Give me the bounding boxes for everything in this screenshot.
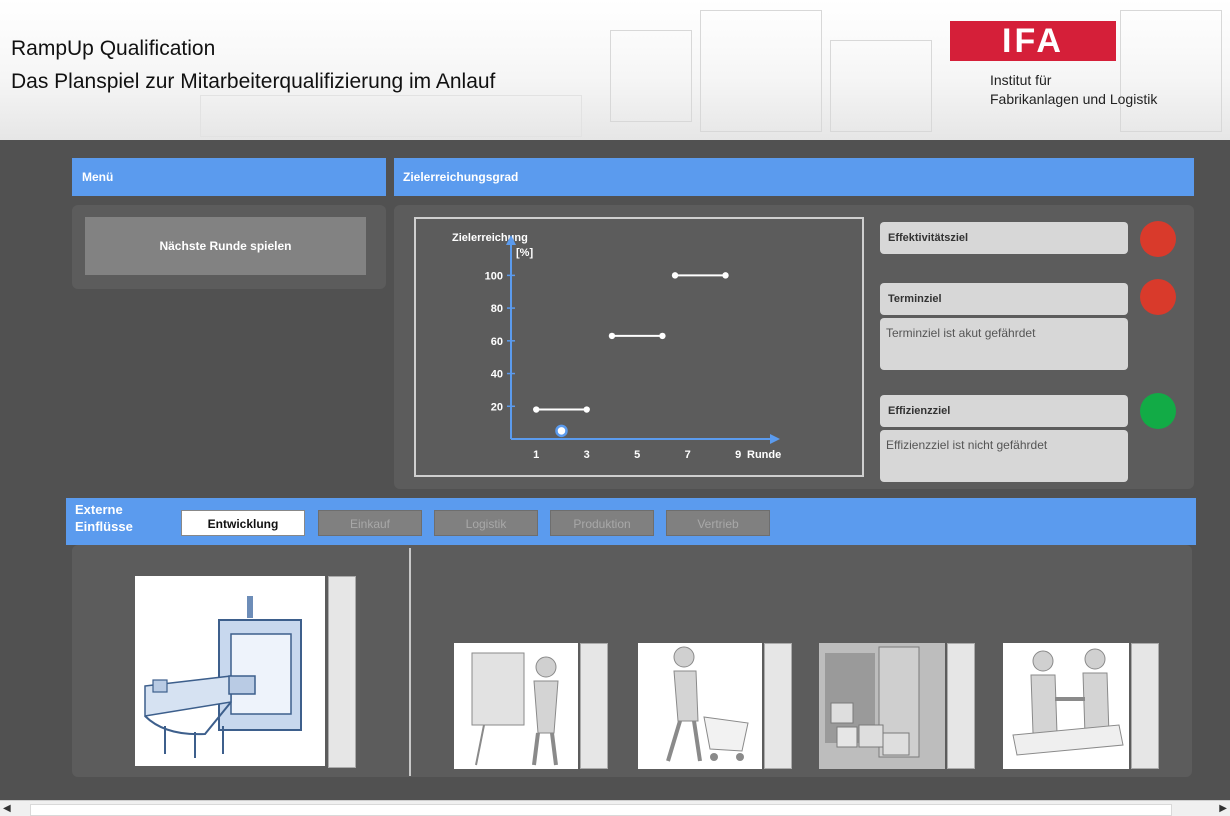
goal-achievement-header: Zielerreichungsgrad — [394, 158, 1194, 196]
institute-name-line2: Fabrikanlagen und Logistik — [990, 91, 1158, 107]
handshake-image[interactable] — [1003, 643, 1129, 769]
external-influences-label-line1: Externe — [75, 502, 123, 517]
efficiency-goal-label: Effizienzziel — [880, 395, 1128, 427]
chart-x-tick-label: 3 — [584, 449, 590, 461]
institute-name-line1: Institut für — [990, 72, 1052, 88]
warehouse-image-tab[interactable] — [947, 643, 975, 769]
chart-current-round-marker — [555, 424, 568, 438]
scroll-right-arrow-icon[interactable]: ▶ — [1219, 803, 1227, 814]
chart-axes: 20 40 60 80 100 1 3 5 7 9 — [485, 235, 780, 461]
efficiency-status-light — [1140, 393, 1176, 429]
chart-point — [583, 406, 590, 413]
conveyor-machine-image[interactable] — [135, 576, 325, 766]
shopping-cart-image-tab[interactable] — [764, 643, 792, 769]
ifa-logo: IFA — [950, 21, 1116, 61]
chart-x-tick-label: 7 — [685, 449, 691, 461]
chart-x-tick-label: 1 — [533, 449, 539, 461]
external-influences-label-line2: Einflüsse — [75, 519, 133, 534]
deadline-goal-label: Terminziel — [880, 283, 1128, 315]
chart-y-tick-label: 40 — [491, 369, 503, 381]
conveyor-image-tab[interactable] — [328, 576, 356, 768]
shopping-cart-image[interactable] — [638, 643, 762, 769]
deadline-goal-description: Terminziel ist akut gefährdet — [880, 318, 1128, 370]
chart-y-axis-label: Zielerreichung — [452, 232, 528, 244]
shopping-cart-illustration — [666, 646, 749, 762]
efficiency-goal-description: Effizienzziel ist nicht gefährdet — [880, 430, 1128, 482]
chart-y-tick-label: 20 — [491, 401, 503, 413]
chart-y-tick-label: 80 — [491, 303, 503, 315]
chart-point — [608, 332, 616, 340]
chart-point — [533, 406, 540, 413]
panel-divider — [409, 548, 411, 776]
tab-einkauf[interactable]: Einkauf — [318, 510, 422, 536]
chart-point — [659, 332, 666, 340]
tab-entwicklung[interactable]: Entwicklung — [181, 510, 305, 536]
external-influences-label: Externe Einflüsse — [75, 501, 133, 535]
engineer-at-board-image[interactable] — [454, 643, 578, 769]
scroll-left-arrow-icon[interactable]: ◀ — [3, 803, 11, 814]
header: RampUp Qualification Das Planspiel zur M… — [0, 0, 1230, 140]
goal-chart-svg: Zielerreichung [%] Runde 20 40 60 80 100 1 3 5 7… — [452, 232, 781, 461]
handshake-image-tab[interactable] — [1131, 643, 1159, 769]
effectiveness-goal-label: Effektivitätsziel — [880, 222, 1128, 254]
scrollbar-thumb[interactable] — [30, 804, 1172, 816]
chart-x-axis-label: Runde — [747, 449, 781, 461]
chart-x-axis-arrow-icon — [770, 434, 780, 444]
chart-point — [722, 272, 729, 279]
tab-logistik[interactable]: Logistik — [434, 510, 538, 536]
tab-produktion[interactable]: Produktion — [550, 510, 654, 536]
warehouse-boxes-illustration — [819, 643, 945, 769]
engineer-at-board-illustration — [471, 652, 559, 766]
app-title: RampUp Qualification — [11, 37, 216, 60]
conveyor-machine-illustration — [144, 586, 315, 758]
chart-y-axis-unit: [%] — [516, 247, 533, 259]
chart-point — [671, 272, 679, 279]
chart-y-tick-label: 100 — [485, 270, 503, 282]
effectiveness-status-light — [1140, 221, 1176, 257]
next-round-button[interactable]: Nächste Runde spielen — [85, 217, 366, 275]
chart-x-tick-label: 9 — [735, 449, 741, 461]
goal-chart: Zielerreichung [%] Runde 20 40 60 80 100 1 3 5 7… — [414, 217, 864, 477]
app-subtitle: Das Planspiel zur Mitarbeiterqualifizier… — [11, 70, 496, 93]
menu-header: Menü — [72, 158, 386, 196]
chart-y-tick-label: 60 — [491, 336, 503, 348]
tab-vertrieb[interactable]: Vertrieb — [666, 510, 770, 536]
engineer-image-tab[interactable] — [580, 643, 608, 769]
handshake-illustration — [1012, 648, 1124, 756]
chart-marks — [533, 272, 729, 438]
warehouse-boxes-image[interactable] — [819, 643, 945, 769]
chart-x-tick-label: 5 — [634, 449, 640, 461]
horizontal-scrollbar[interactable]: ◀ ▶ — [0, 800, 1230, 816]
deadline-status-light — [1140, 279, 1176, 315]
